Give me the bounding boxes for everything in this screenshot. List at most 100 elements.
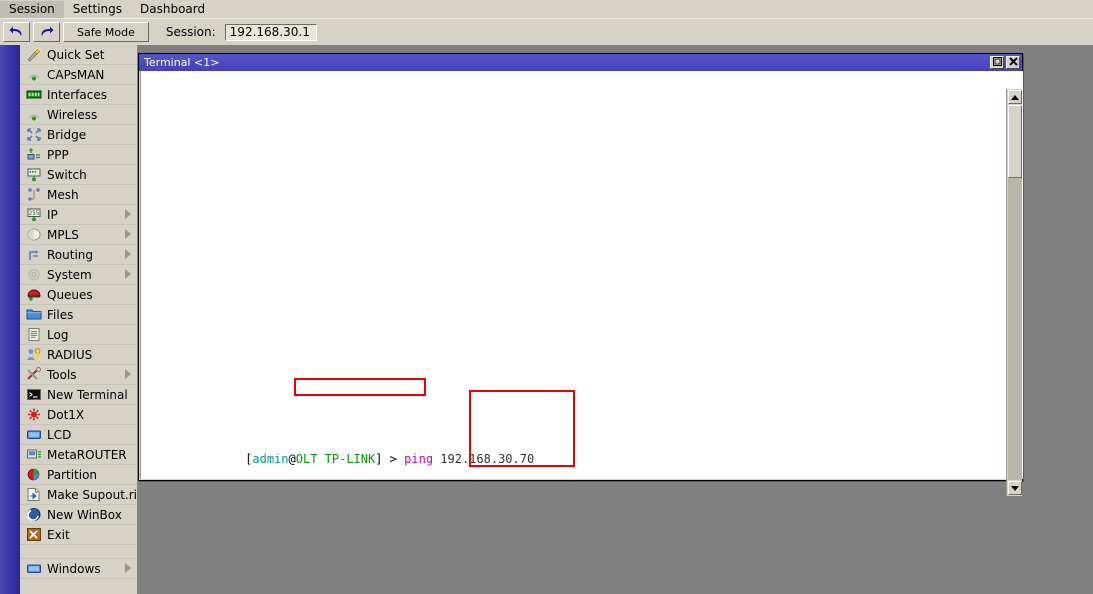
scrollbar-thumb[interactable] — [1008, 105, 1022, 178]
sidebar-item-new-terminal[interactable]: New Terminal — [20, 385, 137, 405]
interfaces-icon — [25, 87, 42, 103]
sidebar-item-routing[interactable]: Routing — [20, 245, 137, 265]
sidebar-item-files[interactable]: Files — [20, 305, 137, 325]
undo-button[interactable] — [3, 22, 30, 42]
menu-item-dashboard[interactable]: Dashboard — [131, 1, 214, 18]
menu-item-session[interactable]: Session — [0, 1, 64, 18]
sidebar-item-label: LCD — [47, 428, 137, 442]
sidebar-item-label: Interfaces — [47, 88, 137, 102]
terminal-icon — [25, 387, 42, 403]
sidebar-item-lcd[interactable]: LCD — [20, 425, 137, 445]
dot1x-icon — [25, 407, 42, 423]
sidebar-item-ip[interactable]: 255 IP — [20, 205, 137, 225]
sidebar-item-metarouter[interactable]: MetaROUTER — [20, 445, 137, 465]
sidebar-item-label: Make Supout.rif — [47, 488, 137, 502]
terminal-title: Terminal <1> — [144, 56, 990, 69]
sidebar-item-system[interactable]: System — [20, 265, 137, 285]
chevron-right-icon — [125, 229, 131, 239]
chevron-right-icon — [125, 249, 131, 259]
sidebar-item-label: New WinBox — [47, 508, 137, 522]
session-label: Session: — [166, 25, 216, 39]
lcd-icon — [25, 427, 42, 443]
terminal-prompt-line: [admin@OLT TP-LINK] > ping 192.168.30.70 — [144, 438, 534, 452]
tools-icon — [25, 367, 42, 383]
scroll-up-icon — [1011, 95, 1019, 100]
terminal-command-args: 192.168.30.70 — [433, 452, 534, 466]
sidebar-item-dot1x[interactable]: Dot1X — [20, 405, 137, 425]
sidebar-item-wireless[interactable]: Wireless — [20, 105, 137, 125]
sidebar-item-capsman[interactable]: CAPsMAN — [20, 65, 137, 85]
supout-icon — [25, 487, 42, 503]
partition-icon — [25, 467, 42, 483]
terminal-titlebar[interactable]: Terminal <1> — [139, 54, 1022, 71]
sidebar-item-windows[interactable]: Windows — [20, 559, 137, 579]
maximize-button[interactable] — [990, 56, 1004, 69]
terminal-scrollbar[interactable] — [1006, 89, 1022, 496]
scroll-up-button[interactable] — [1008, 90, 1022, 104]
prompt-at: @ — [289, 452, 296, 466]
workspace: WinBox Quick Set — [0, 45, 1093, 594]
chevron-right-icon — [125, 209, 131, 219]
antenna-icon — [25, 107, 42, 123]
log-icon — [25, 327, 42, 343]
sidebar-item-label: RADIUS — [47, 348, 137, 362]
winbox-application: Session Settings Dashboard Safe Mode Ses… — [0, 0, 1093, 594]
sidebar-item-label: Exit — [47, 528, 137, 542]
safe-mode-button[interactable]: Safe Mode — [63, 22, 149, 42]
toolbar: Safe Mode Session: 192.168.30.1 — [0, 18, 1093, 45]
sidebar-item-label: Routing — [47, 248, 137, 262]
sidebar-item-label: PPP — [47, 148, 137, 162]
chevron-right-icon — [125, 369, 131, 379]
winbox-branding-strip: WinBox — [0, 45, 20, 594]
sidebar-item-label: Tools — [47, 368, 137, 382]
sidebar-item-new-winbox[interactable]: New WinBox — [20, 505, 137, 525]
session-address-field[interactable]: 192.168.30.1 — [225, 24, 317, 41]
sidebar-item-ppp[interactable]: PPP — [20, 145, 137, 165]
close-button[interactable] — [1006, 56, 1020, 69]
sidebar-item-mpls[interactable]: MPLS — [20, 225, 137, 245]
sidebar-item-label: Files — [47, 308, 137, 322]
sidebar-item-switch[interactable]: Switch — [20, 165, 137, 185]
sidebar-separator — [20, 545, 137, 559]
sidebar-item-label: Queues — [47, 288, 137, 302]
chevron-right-icon — [125, 563, 131, 573]
prompt-close-bracket: ] > — [375, 452, 404, 466]
sidebar-item-bridge[interactable]: Bridge — [20, 125, 137, 145]
terminal-output[interactable]: [admin@OLT TP-LINK] > ping 192.168.30.70… — [141, 71, 1008, 479]
antenna-icon — [25, 67, 42, 83]
gear-icon — [25, 267, 42, 283]
terminal-window: Terminal <1> — [138, 53, 1023, 481]
scroll-down-button[interactable] — [1008, 481, 1022, 495]
sidebar-item-label: Mesh — [47, 188, 137, 202]
terminal-body: [admin@OLT TP-LINK] > ping 192.168.30.70… — [140, 71, 1023, 479]
sidebar-item-tools[interactable]: Tools — [20, 365, 137, 385]
folder-icon — [25, 307, 42, 323]
undo-arrow-icon — [9, 26, 24, 39]
bridge-icon — [25, 127, 42, 143]
sidebar-item-label: MPLS — [47, 228, 137, 242]
terminal-command-name: ping — [404, 452, 433, 466]
sidebar-item-make-supout-rif[interactable]: Make Supout.rif — [20, 485, 137, 505]
sidebar-item-label: CAPsMAN — [47, 68, 137, 82]
sidebar-item-quick-set[interactable]: Quick Set — [20, 45, 137, 65]
sidebar-menu: Quick Set CAPsMAN — [20, 45, 138, 594]
sidebar-item-label: Log — [47, 328, 137, 342]
sidebar-item-label: Partition — [47, 468, 137, 482]
menu-item-settings[interactable]: Settings — [64, 1, 131, 18]
prompt-host: OLT TP-LINK — [296, 452, 375, 466]
menu-bar: Session Settings Dashboard — [0, 0, 1093, 18]
sidebar-item-exit[interactable]: Exit — [20, 525, 137, 545]
scrollbar-track[interactable] — [1008, 105, 1022, 480]
sidebar-item-label: Windows — [47, 562, 137, 576]
routing-icon — [25, 247, 42, 263]
sidebar-item-label: Quick Set — [47, 48, 137, 62]
sidebar-item-partition[interactable]: Partition — [20, 465, 137, 485]
sidebar-item-mesh[interactable]: Mesh — [20, 185, 137, 205]
sidebar-item-interfaces[interactable]: Interfaces — [20, 85, 137, 105]
terminal-lines: [admin@OLT TP-LINK] > ping 192.168.30.70… — [144, 382, 534, 479]
redo-button[interactable] — [33, 22, 60, 42]
sidebar-item-queues[interactable]: Queues — [20, 285, 137, 305]
sidebar-item-radius[interactable]: RADIUS — [20, 345, 137, 365]
sidebar-item-log[interactable]: Log — [20, 325, 137, 345]
sidebar-item-label: Switch — [47, 168, 137, 182]
